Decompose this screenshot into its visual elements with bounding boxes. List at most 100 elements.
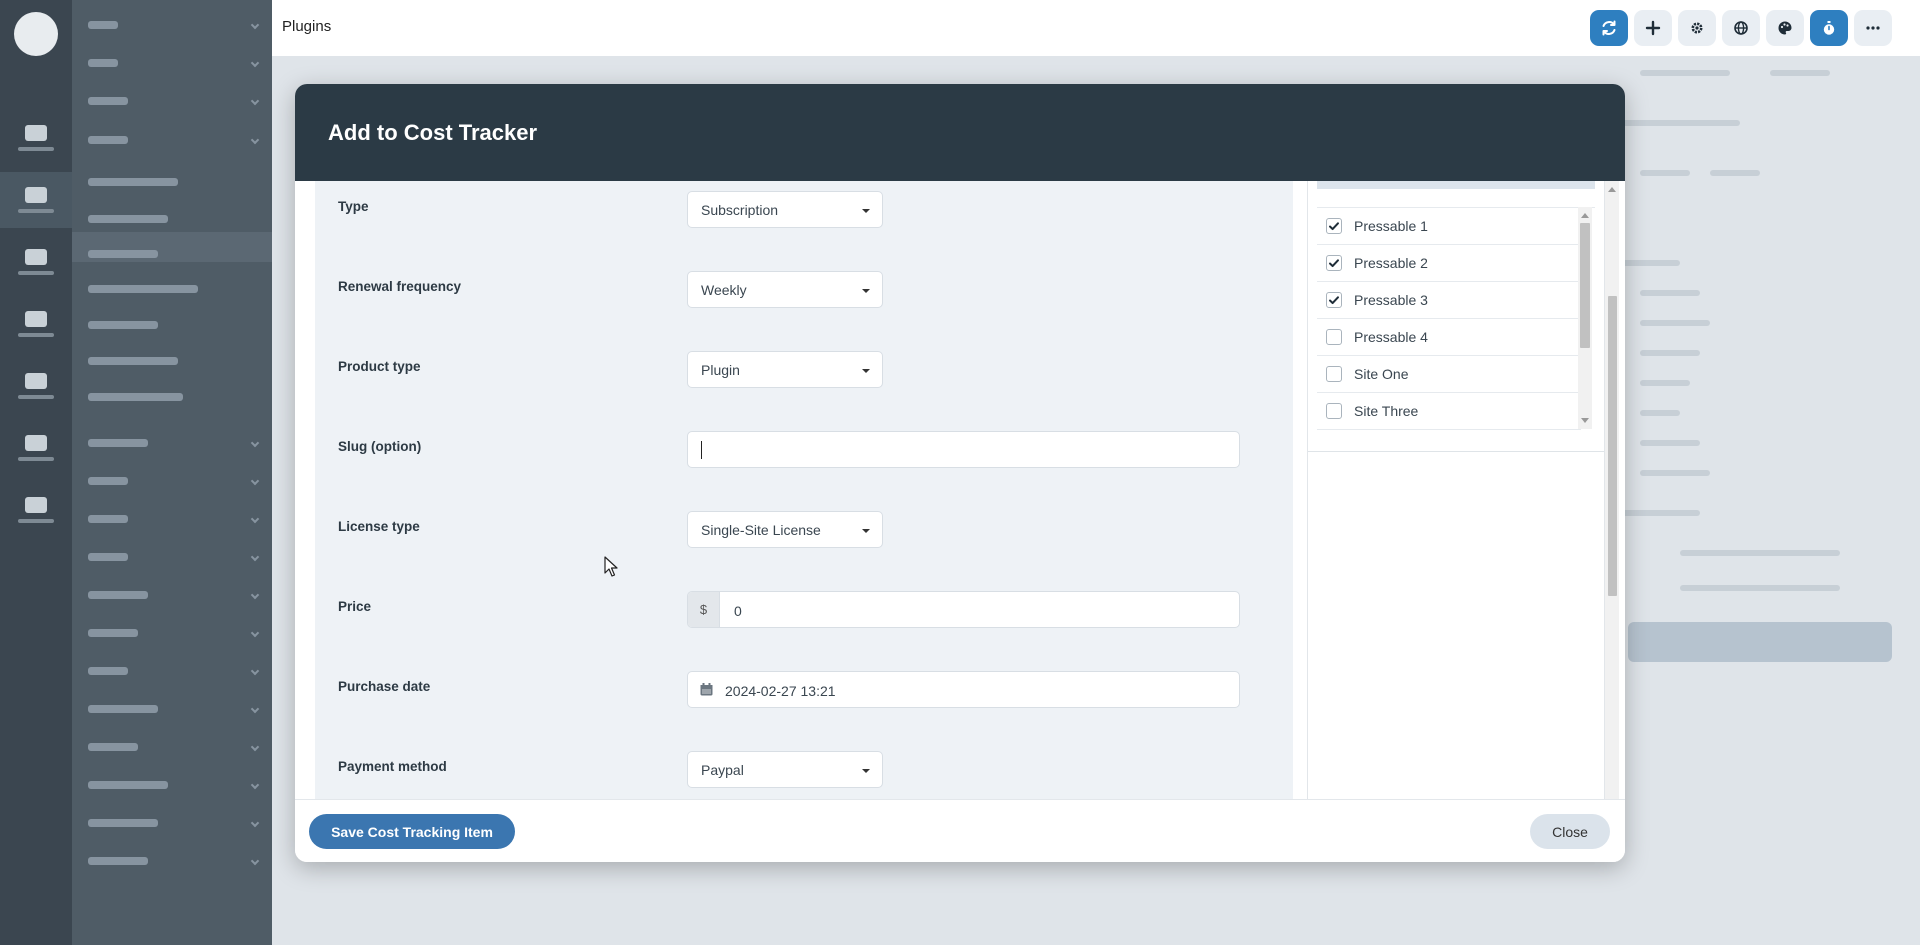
- sidebar-item[interactable]: [88, 778, 260, 792]
- site-checkbox[interactable]: [1326, 403, 1342, 419]
- price-input-group: $ 0: [687, 591, 1240, 628]
- add-button[interactable]: [1634, 10, 1672, 46]
- stopwatch-icon: [1823, 21, 1835, 35]
- modal-scrollbar[interactable]: [1605, 181, 1619, 862]
- caret-down-icon: [862, 209, 870, 213]
- modal-body: Type Subscription Renewal frequency Week…: [295, 181, 1625, 862]
- site-name: Pressable 3: [1354, 292, 1428, 308]
- modal-footer: Save Cost Tracking Item Close: [295, 799, 1625, 862]
- sidebar-item[interactable]: [88, 18, 260, 32]
- site-checkbox[interactable]: [1326, 292, 1342, 308]
- rail-item[interactable]: [0, 296, 72, 352]
- sidebar-item[interactable]: [88, 175, 258, 189]
- purchase-date-input[interactable]: 2024-02-27 13:21: [687, 671, 1240, 708]
- site-list-item[interactable]: Pressable 3: [1317, 282, 1581, 319]
- scroll-up-arrow[interactable]: [1608, 187, 1616, 192]
- site-checkbox[interactable]: [1326, 255, 1342, 271]
- top-bar: Plugins: [272, 0, 1920, 56]
- save-button[interactable]: Save Cost Tracking Item: [309, 814, 515, 849]
- modal-header: Add to Cost Tracker: [295, 84, 1625, 181]
- site-name: Site Three: [1354, 403, 1419, 419]
- sidebar-item[interactable]: [88, 212, 258, 226]
- caret-down-icon: [862, 529, 870, 533]
- sidebar-item[interactable]: [88, 56, 260, 70]
- license-type-row: License type Single-Site License: [315, 501, 1293, 581]
- payment-method-value: Paypal: [701, 762, 744, 778]
- plus-icon: [1645, 20, 1661, 36]
- timer-button[interactable]: [1810, 10, 1848, 46]
- divider: [1308, 451, 1604, 452]
- rail-item[interactable]: [0, 358, 72, 414]
- sidebar-item[interactable]: [88, 626, 260, 640]
- license-type-select[interactable]: Single-Site License: [687, 511, 883, 548]
- rail-item[interactable]: [0, 482, 72, 538]
- sidebar-item[interactable]: [88, 664, 260, 678]
- sidebar-item[interactable]: [88, 436, 260, 450]
- site-checkbox[interactable]: [1326, 329, 1342, 345]
- sidebar-item[interactable]: [88, 740, 260, 754]
- site-list-item[interactable]: Pressable 4: [1317, 319, 1581, 356]
- sidebar-item[interactable]: [88, 354, 258, 368]
- mouse-pointer-icon: [604, 556, 618, 577]
- background-action-button: [1628, 622, 1892, 662]
- sidebar-item[interactable]: [88, 588, 260, 602]
- scroll-down-arrow[interactable]: [1581, 418, 1589, 423]
- price-input[interactable]: 0: [720, 592, 742, 627]
- background-placeholder: [1770, 70, 1830, 76]
- type-row: Type Subscription: [315, 181, 1293, 261]
- currency-prefix: $: [688, 592, 720, 627]
- sidebar-item[interactable]: [88, 550, 260, 564]
- chevron-down-icon: [250, 438, 260, 448]
- payment-method-select[interactable]: Paypal: [687, 751, 883, 788]
- sidebar-item[interactable]: [88, 816, 260, 830]
- sidebar-item[interactable]: [88, 94, 260, 108]
- background-placeholder: [1640, 380, 1690, 386]
- rail-item[interactable]: [0, 420, 72, 476]
- sidebar-item[interactable]: [88, 854, 260, 868]
- palette-button[interactable]: [1766, 10, 1804, 46]
- sites-list[interactable]: Pressable 1 Pressable 2 Pressable 3 Pressab…: [1317, 207, 1595, 430]
- sites-panel: Pressable 1 Pressable 2 Pressable 3 Pressab…: [1307, 181, 1605, 862]
- product-type-select[interactable]: Plugin: [687, 351, 883, 388]
- sidebar-item[interactable]: [88, 390, 258, 404]
- globe-button[interactable]: [1722, 10, 1760, 46]
- site-list-item[interactable]: Pressable 2: [1317, 245, 1581, 282]
- site-list-item[interactable]: Pressable 1: [1317, 208, 1581, 245]
- background-placeholder: [1620, 260, 1680, 266]
- sidebar-item[interactable]: [88, 318, 258, 332]
- icon-rail: [0, 0, 72, 945]
- sidebar-item[interactable]: [88, 474, 260, 488]
- more-button[interactable]: [1854, 10, 1892, 46]
- settings-button[interactable]: [1678, 10, 1716, 46]
- background-placeholder: [1640, 70, 1730, 76]
- close-button[interactable]: Close: [1530, 814, 1610, 849]
- scroll-up-arrow[interactable]: [1581, 213, 1589, 218]
- sites-list-scrollbar[interactable]: [1578, 207, 1592, 429]
- sidebar-item[interactable]: [88, 247, 258, 261]
- site-list-item[interactable]: Site Three: [1317, 393, 1581, 430]
- site-checkbox[interactable]: [1326, 366, 1342, 382]
- site-list-item[interactable]: Site One: [1317, 356, 1581, 393]
- sync-button[interactable]: [1590, 10, 1628, 46]
- slug-row: Slug (option): [315, 421, 1293, 501]
- chevron-down-icon: [250, 514, 260, 524]
- sidebar-item[interactable]: [88, 133, 260, 147]
- renewal-frequency-select[interactable]: Weekly: [687, 271, 883, 308]
- type-select[interactable]: Subscription: [687, 191, 883, 228]
- page-title: Plugins: [282, 18, 332, 35]
- purchase-date-value: 2024-02-27 13:21: [725, 683, 836, 699]
- scrollbar-thumb[interactable]: [1580, 223, 1590, 348]
- sidebar-item[interactable]: [88, 282, 258, 296]
- scrollbar-thumb[interactable]: [1608, 296, 1617, 596]
- chevron-down-icon: [250, 856, 260, 866]
- slug-input[interactable]: [687, 431, 1240, 468]
- rail-item[interactable]: [0, 110, 72, 166]
- checkmark-icon: [1329, 222, 1339, 231]
- site-checkbox[interactable]: [1326, 218, 1342, 234]
- caret-down-icon: [862, 769, 870, 773]
- sidebar-item[interactable]: [88, 702, 260, 716]
- rail-item[interactable]: [0, 172, 72, 228]
- rail-item[interactable]: [0, 234, 72, 290]
- payment-method-label: Payment method: [338, 759, 447, 774]
- sidebar-item[interactable]: [88, 512, 260, 526]
